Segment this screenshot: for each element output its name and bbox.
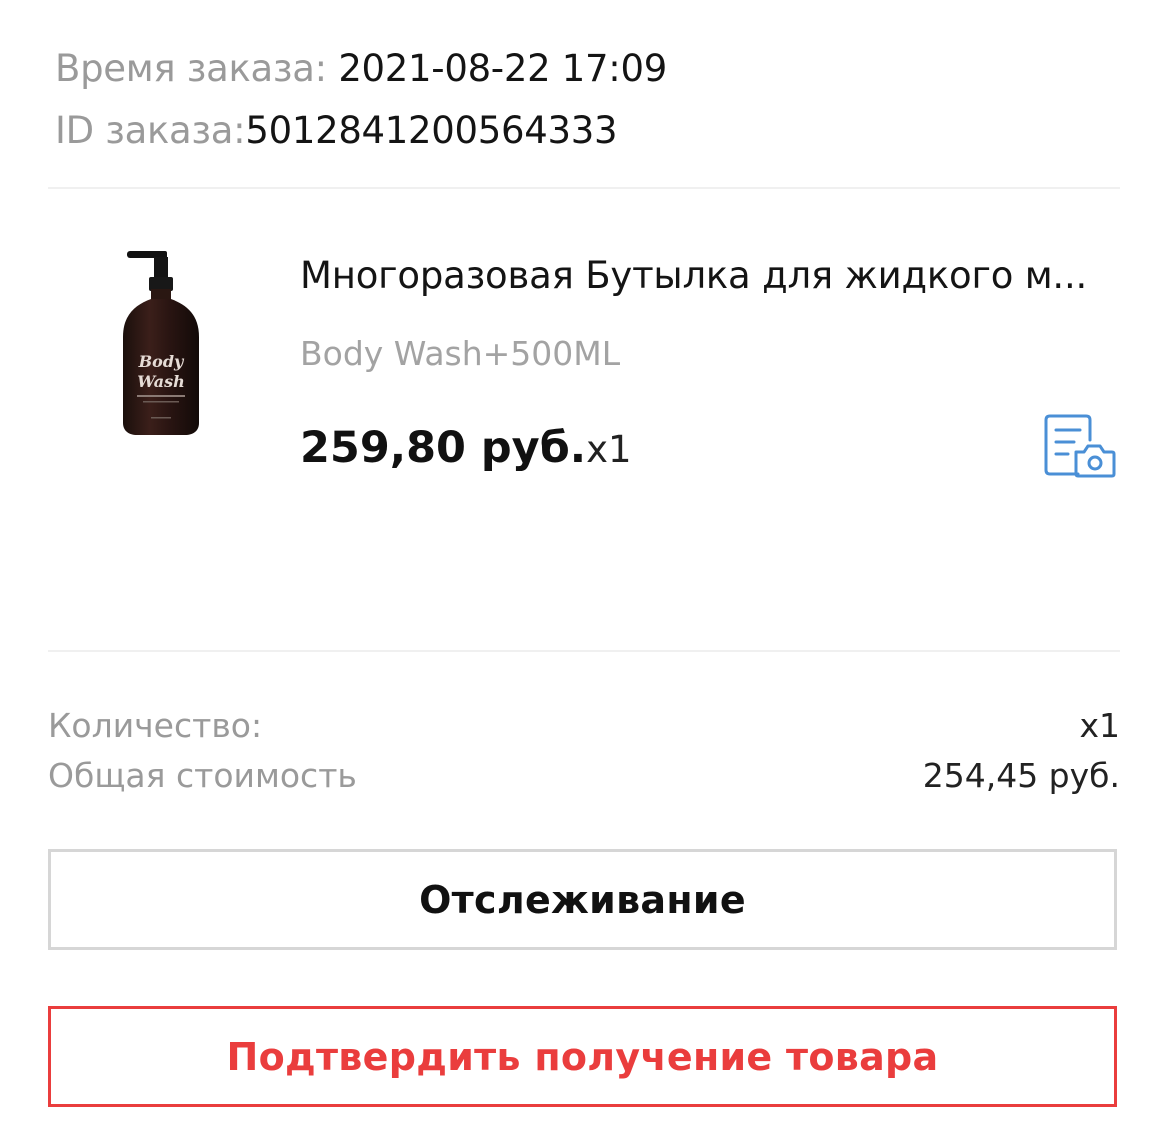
summary-total-label: Общая стоимость <box>48 756 357 795</box>
document-camera-icon <box>1044 414 1116 478</box>
summary-quantity-row: Количество: x1 <box>48 703 1120 749</box>
order-id-value[interactable]: 5012841200564333 <box>245 109 617 152</box>
order-id-row: ID заказа:5012841200564333 <box>55 100 667 162</box>
summary-total-value: 254,45 руб. <box>922 756 1120 795</box>
product-price: 259,80 руб. <box>300 423 587 473</box>
product-title[interactable]: Многоразовая Бутылка для жидкого м... <box>300 250 1115 302</box>
order-time-label: Время заказа: <box>55 47 339 90</box>
order-meta: Время заказа: 2021-08-22 17:09 ID заказа… <box>55 38 667 162</box>
confirm-receipt-button[interactable]: Подтвердить получение товара <box>48 1006 1117 1107</box>
summary-quantity-value: x1 <box>1079 706 1120 745</box>
product-price-row: 259,80 руб.x1 <box>300 418 632 480</box>
body-wash-bottle-image: Body Wash <box>123 251 199 435</box>
add-photo-review-button[interactable] <box>1040 410 1120 482</box>
order-id-label: ID заказа: <box>55 109 246 152</box>
bottle-label-body: Body <box>138 352 185 371</box>
tracking-button[interactable]: Отслеживание <box>48 849 1117 950</box>
order-time-value: 2021-08-22 17:09 <box>338 47 667 90</box>
product-quantity: x1 <box>586 428 632 471</box>
product-variant: Body Wash+500ML <box>300 334 621 373</box>
summary-quantity-label: Количество: <box>48 706 263 745</box>
bottle-label-wash: Wash <box>137 372 185 391</box>
summary-total-row: Общая стоимость 254,45 руб. <box>48 753 1120 799</box>
divider-top <box>48 187 1120 189</box>
product-image[interactable]: Body Wash <box>105 245 215 440</box>
order-time-row: Время заказа: 2021-08-22 17:09 <box>55 38 667 100</box>
divider-middle <box>48 650 1120 652</box>
